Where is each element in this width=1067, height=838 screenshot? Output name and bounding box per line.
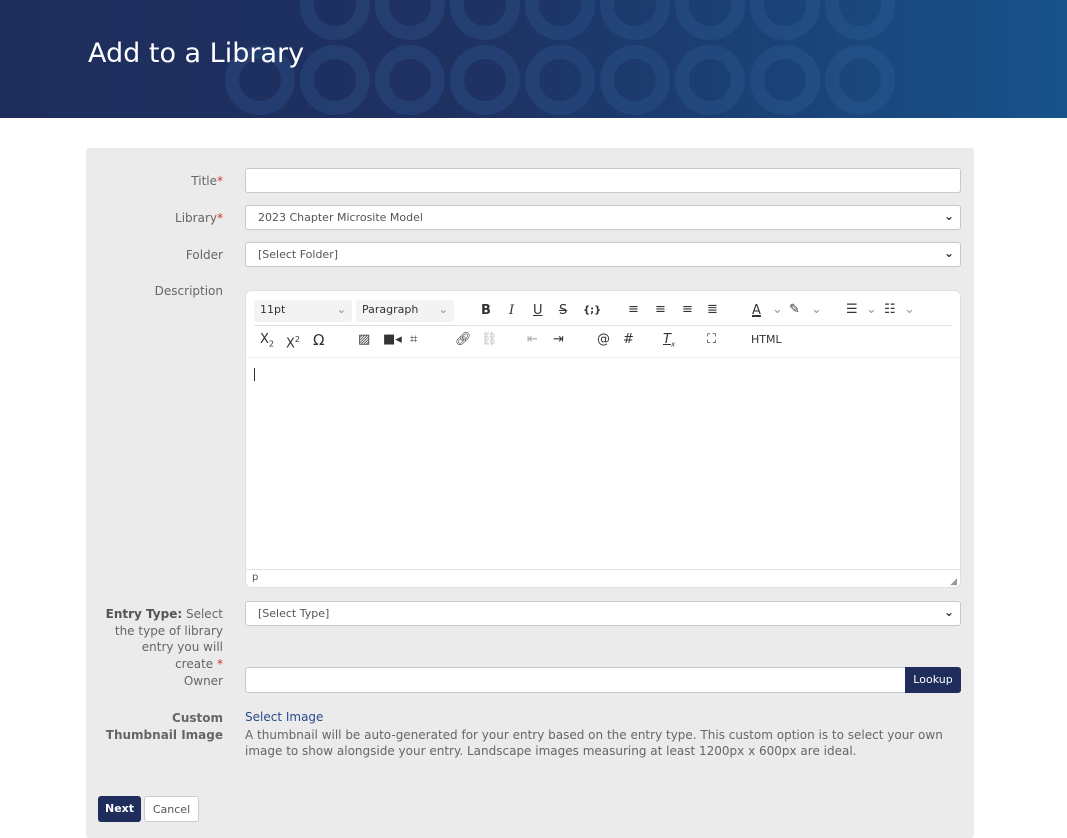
italic-icon[interactable]: I	[509, 302, 514, 320]
fullscreen-icon[interactable]: ⛶	[707, 331, 716, 349]
highlight-icon[interactable]: ✎	[789, 301, 800, 319]
resize-handle-icon[interactable]: ◢	[950, 577, 957, 587]
align-center-icon[interactable]: ≡	[655, 301, 666, 319]
thumbnail-help-text: A thumbnail will be auto-generated for y…	[245, 728, 943, 758]
chevron-down-icon: ⌄	[438, 303, 448, 316]
folder-select[interactable]: [Select Folder] ⌄	[245, 242, 961, 267]
chevron-down-icon[interactable]: ⌄	[904, 301, 915, 319]
entry-type-select[interactable]: [Select Type] ⌄	[245, 601, 961, 626]
select-image-link[interactable]: Select Image	[245, 710, 323, 724]
folder-label: Folder	[185, 248, 223, 262]
title-label: Title*	[191, 174, 223, 188]
align-justify-icon[interactable]: ≣	[707, 301, 718, 319]
mention-icon[interactable]: @	[597, 331, 610, 349]
clear-format-icon[interactable]: Tx	[663, 331, 675, 354]
chevron-down-icon: ⌄	[943, 605, 954, 619]
owner-label: Owner	[183, 674, 223, 688]
video-icon[interactable]: ■◂	[383, 331, 402, 349]
image-icon[interactable]: ▨	[358, 331, 370, 349]
underline-icon[interactable]: U	[533, 302, 543, 320]
cancel-button[interactable]: Cancel	[144, 796, 199, 822]
text-color-icon[interactable]: A	[752, 302, 761, 320]
align-left-icon[interactable]: ≡	[628, 301, 639, 319]
entry-type-value: [Select Type]	[258, 607, 330, 620]
outdent-icon[interactable]: ⇤	[527, 331, 538, 349]
owner-input[interactable]	[245, 667, 906, 693]
unlink-icon[interactable]: ⛓︎	[481, 331, 498, 349]
toolbar-divider	[254, 325, 952, 326]
text-caret	[254, 368, 255, 381]
hashtag-icon[interactable]: #	[623, 331, 634, 349]
code-icon[interactable]: {;}	[583, 302, 601, 320]
bold-icon[interactable]: B	[481, 302, 491, 320]
chevron-down-icon: ⌄	[943, 246, 954, 260]
title-input[interactable]	[245, 168, 961, 193]
chevron-down-icon: ⌄	[336, 303, 346, 316]
chevron-down-icon: ⌄	[943, 209, 954, 223]
block-format-dropdown[interactable]: Paragraph ⌄	[356, 300, 454, 322]
entry-type-label: Entry Type: Select the type of library e…	[105, 607, 223, 671]
library-label: Library*	[175, 211, 223, 225]
page-header: Add to a Library	[0, 0, 1067, 118]
chevron-down-icon[interactable]: ⌄	[866, 301, 877, 319]
library-value: 2023 Chapter Microsite Model	[258, 211, 423, 224]
link-icon[interactable]: 🔗︎	[455, 331, 472, 349]
description-label: Description	[154, 284, 223, 298]
rich-text-editor: 11pt ⌄ Paragraph ⌄ B I U S {;} ≡ ≡ ≡ ≣ A ⌄ …	[245, 290, 961, 588]
font-size-dropdown[interactable]: 11pt ⌄	[254, 300, 352, 322]
chevron-down-icon[interactable]: ⌄	[772, 301, 783, 319]
editor-content-area[interactable]	[246, 357, 960, 571]
library-select[interactable]: 2023 Chapter Microsite Model ⌄	[245, 205, 961, 230]
folder-value: [Select Folder]	[258, 248, 339, 261]
editor-statusbar: p ◢	[246, 569, 960, 587]
omega-icon[interactable]: Ω	[313, 331, 324, 349]
crop-icon[interactable]: ⌗	[410, 331, 417, 349]
next-button[interactable]: Next	[98, 796, 141, 822]
element-path[interactable]: p	[252, 572, 258, 583]
custom-thumbnail-label: Custom Thumbnail Image	[105, 711, 223, 742]
indent-icon[interactable]: ⇥	[553, 331, 564, 349]
html-source-button[interactable]: HTML	[751, 331, 782, 349]
strikethrough-icon[interactable]: S	[559, 302, 567, 320]
bullet-list-icon[interactable]: ☰	[846, 301, 858, 319]
subscript-icon[interactable]: X2	[260, 331, 274, 354]
numbered-list-icon[interactable]: ☷	[884, 301, 896, 319]
lookup-button[interactable]: Lookup	[905, 667, 961, 693]
page-title: Add to a Library	[88, 38, 305, 69]
chevron-down-icon[interactable]: ⌄	[811, 301, 822, 319]
superscript-icon[interactable]: X2	[286, 331, 300, 353]
align-right-icon[interactable]: ≡	[682, 301, 693, 319]
